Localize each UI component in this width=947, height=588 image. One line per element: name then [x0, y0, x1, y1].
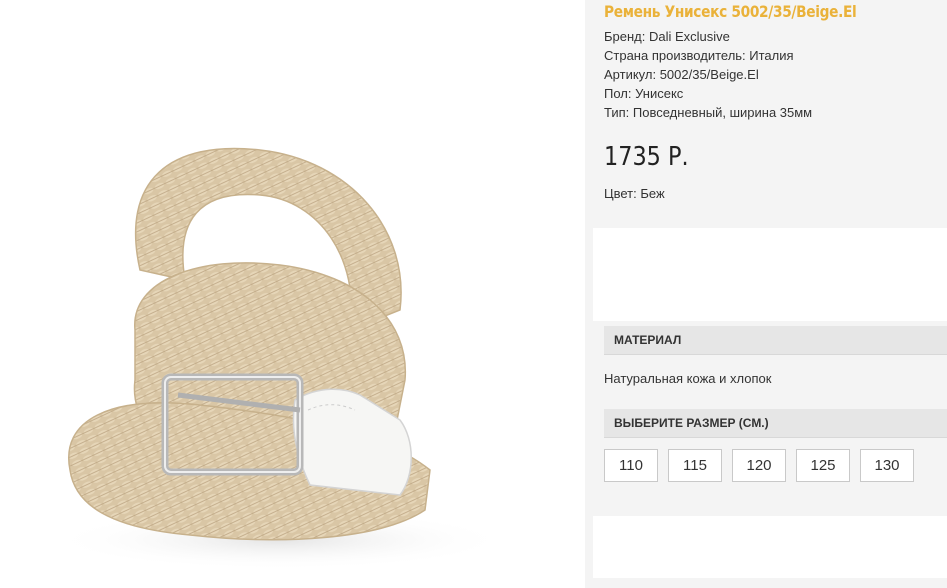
size-option-120[interactable]: 120	[732, 449, 786, 482]
color-swatch-area	[593, 228, 947, 321]
type-label: Тип: Повседневный, ширина 35мм	[604, 105, 813, 120]
product-price: 1735 Р.	[604, 142, 689, 172]
color-label: Цвет: Беж	[604, 186, 665, 201]
belt-photo	[50, 147, 510, 570]
size-header: ВЫБЕРИТЕ РАЗМЕР (СМ.)	[604, 409, 947, 438]
add-to-cart-area	[593, 516, 947, 578]
size-option-115[interactable]: 115	[668, 449, 722, 482]
size-option-110[interactable]: 110	[604, 449, 658, 482]
size-option-130[interactable]: 130	[860, 449, 914, 482]
brand-label: Бренд: Dali Exclusive	[604, 29, 730, 44]
product-title: Ремень Унисекс 5002/35/Beige.El	[604, 2, 857, 21]
country-label: Страна производитель: Италия	[604, 48, 794, 63]
size-option-125[interactable]: 125	[796, 449, 850, 482]
product-image[interactable]	[0, 0, 585, 588]
product-info-panel: Ремень Унисекс 5002/35/Beige.El Бренд: D…	[585, 0, 947, 588]
material-header: МАТЕРИАЛ	[604, 326, 947, 355]
article-label: Артикул: 5002/35/Beige.El	[604, 67, 759, 82]
material-value: Натуральная кожа и хлопок	[604, 371, 772, 386]
gender-label: Пол: Унисекс	[604, 86, 684, 101]
